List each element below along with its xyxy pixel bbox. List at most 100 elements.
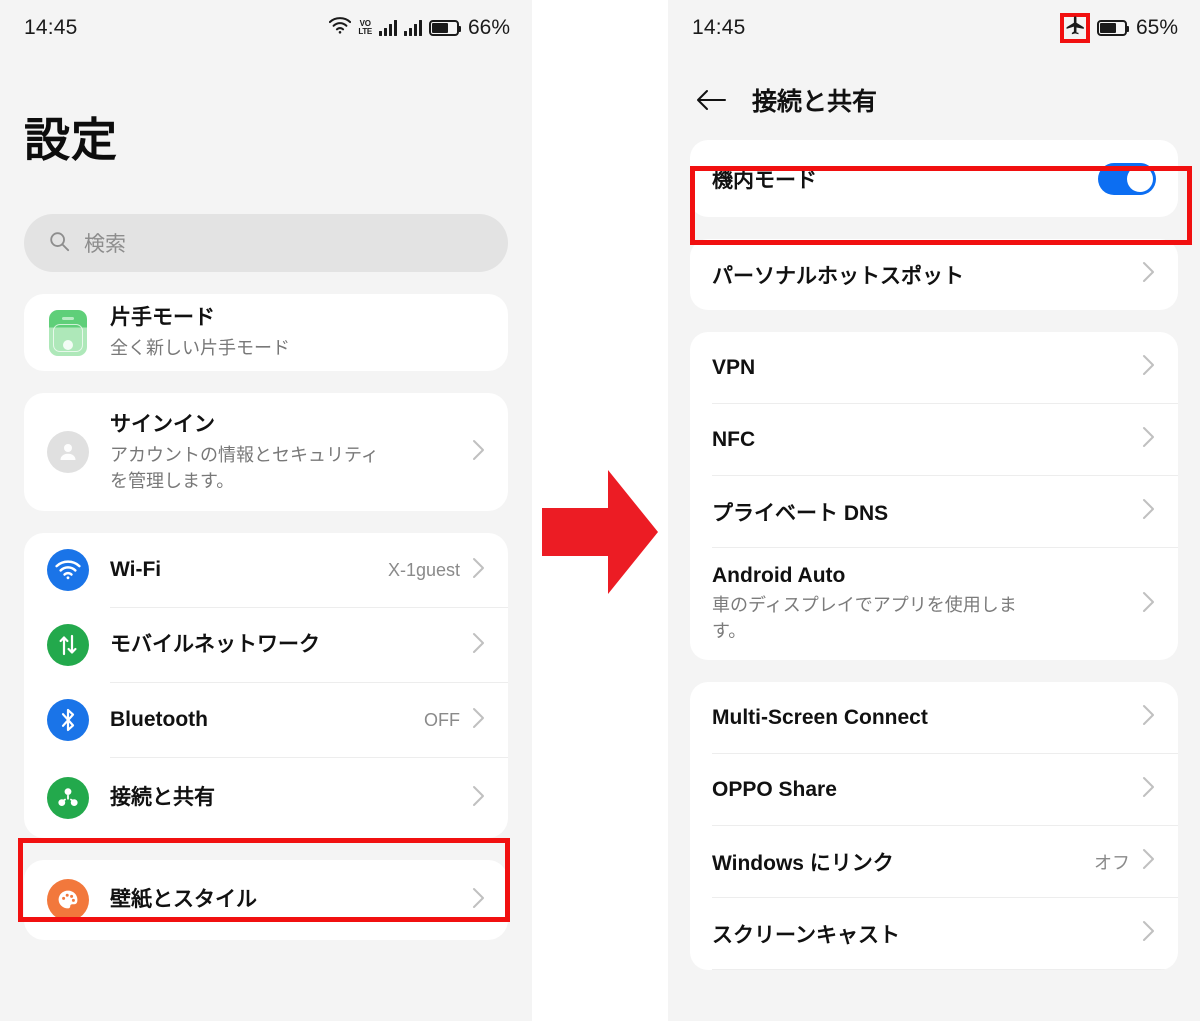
- list-item-airplane-mode[interactable]: 機内モード: [690, 140, 1178, 217]
- list-item-title: スクリーンキャスト: [712, 923, 900, 947]
- list-item-title: 壁紙とスタイル: [110, 888, 257, 912]
- right-phone-screen: 14:45 65% 接続と共有 機内モード パーソナルホットスポット VPN N…: [668, 0, 1200, 1021]
- list-item-subtitle: アカウントの情報とセキュリティ を管理します。: [110, 445, 379, 492]
- volte-icon: VO LTE: [358, 19, 372, 36]
- list-item-link-to-windows[interactable]: Windows にリンク オフ: [690, 826, 1178, 897]
- list-item-title: プライベート DNS: [712, 501, 889, 525]
- list-item-wifi[interactable]: Wi-Fi X-1guest: [24, 533, 508, 607]
- status-time: 14:45: [24, 16, 78, 39]
- list-item-subtitle: 全く新しい片手モード: [110, 338, 290, 359]
- chevron-right-icon: [472, 706, 486, 735]
- list-item-title: パーソナルホットスポット: [712, 264, 964, 288]
- list-item-title: 機内モード: [712, 168, 817, 192]
- list-item-value: OFF: [424, 709, 460, 730]
- status-icons-group: 65%: [1059, 13, 1178, 43]
- chevron-right-icon: [1142, 847, 1156, 876]
- chevron-right-icon: [1142, 703, 1156, 732]
- list-item-title: VPN: [712, 355, 756, 379]
- status-icons-group: VO LTE 66%: [329, 16, 510, 40]
- settings-group-sharing: Multi-Screen Connect OPPO Share Windows …: [690, 682, 1178, 970]
- wifi-icon: [329, 17, 352, 39]
- battery-percent-label: 65%: [1135, 16, 1178, 39]
- battery-percent-label: 66%: [467, 16, 510, 39]
- chevron-right-icon: [472, 556, 486, 585]
- list-item-title: Multi-Screen Connect: [712, 705, 928, 729]
- search-input[interactable]: 検索: [24, 214, 508, 272]
- settings-group-connectivity: Wi-Fi X-1guest モバイルネットワーク Bluetooth OFF …: [24, 533, 508, 839]
- app-bar-title: 接続と共有: [752, 88, 878, 116]
- list-item-nfc[interactable]: NFC: [690, 404, 1178, 475]
- chevron-right-icon: [472, 438, 486, 467]
- chevron-right-icon: [1142, 919, 1156, 948]
- settings-group-account: サインイン アカウントの情報とセキュリティ を管理します。: [24, 393, 508, 512]
- list-item-title: OPPO Share: [712, 777, 837, 801]
- list-item-title: Bluetooth: [110, 708, 208, 732]
- screenshot-stage: 14:45 VO LTE 66% 設定 検索 片手モード 全く新しい片手モード …: [0, 0, 1200, 1021]
- chevron-right-icon: [1142, 425, 1156, 454]
- bluetooth-icon: [46, 698, 90, 742]
- search-icon: [48, 230, 70, 257]
- status-time: 14:45: [692, 16, 746, 39]
- list-item-mobile-network[interactable]: モバイルネットワーク: [24, 608, 508, 682]
- right-arrow-annotation: [542, 470, 658, 594]
- list-item[interactable]: 片手モード 全く新しい片手モード: [24, 294, 508, 371]
- chevron-right-icon: [472, 631, 486, 660]
- one-handed-mode-icon: [46, 309, 90, 356]
- page-title: 設定: [24, 114, 118, 166]
- chevron-right-icon: [1142, 775, 1156, 804]
- list-item-title: 片手モード: [110, 306, 215, 329]
- back-arrow-icon[interactable]: [696, 89, 726, 111]
- list-item-subtitle: 車のディスプレイでアプリを使用しま す。: [712, 594, 1017, 641]
- signal-bars-icon: [403, 20, 422, 36]
- settings-group-airplane: 機内モード: [690, 140, 1178, 217]
- list-item-connection-sharing[interactable]: 接続と共有: [24, 758, 508, 838]
- app-bar: 接続と共有: [668, 56, 1200, 140]
- list-item-wallpaper-style[interactable]: 壁紙とスタイル: [24, 860, 508, 940]
- list-item-value: オフ: [1094, 852, 1130, 873]
- chevron-right-icon: [472, 784, 486, 813]
- chevron-right-icon: [472, 886, 486, 915]
- settings-group-one-handed: 片手モード 全く新しい片手モード: [24, 294, 508, 372]
- battery-icon: [1096, 20, 1129, 36]
- arrow-annotation-area: [532, 0, 668, 1021]
- search-placeholder: 検索: [84, 233, 126, 256]
- list-item-bluetooth[interactable]: Bluetooth OFF: [24, 683, 508, 757]
- connection-sharing-icon: [46, 776, 90, 820]
- chevron-right-icon: [1142, 353, 1156, 382]
- divider: [712, 969, 1178, 970]
- list-item-title: サインイン: [110, 412, 215, 436]
- left-phone-screen: 14:45 VO LTE 66% 設定 検索 片手モード 全く新しい片手モード …: [0, 0, 532, 1021]
- wallpaper-style-icon: [46, 878, 90, 922]
- list-item-title: Wi-Fi: [110, 558, 162, 582]
- list-item-title: モバイルネットワーク: [110, 633, 320, 657]
- settings-group-personalization: 壁紙とスタイル: [24, 860, 508, 941]
- list-item-value: X-1guest: [387, 559, 460, 580]
- right-status-bar: 14:45 65%: [668, 0, 1200, 56]
- list-item-private-dns[interactable]: プライベート DNS: [690, 476, 1178, 547]
- chevron-right-icon: [1142, 590, 1156, 619]
- list-item-title: 接続と共有: [110, 786, 215, 810]
- left-status-bar: 14:45 VO LTE 66%: [0, 0, 532, 56]
- list-item-title: Windows にリンク: [712, 851, 894, 875]
- list-item-android-auto[interactable]: Android Auto 車のディスプレイでアプリを使用しま す。: [690, 548, 1178, 660]
- airplane-mode-toggle[interactable]: [1098, 162, 1156, 195]
- mobile-network-icon: [46, 623, 90, 667]
- list-item-multi-screen-connect[interactable]: Multi-Screen Connect: [690, 682, 1178, 753]
- airplane-mode-icon: [1064, 15, 1086, 42]
- list-item-screen-cast[interactable]: スクリーンキャスト: [690, 898, 1178, 969]
- airplane-status-icon-highlight: [1059, 13, 1090, 43]
- list-item-personal-hotspot[interactable]: パーソナルホットスポット: [690, 239, 1178, 310]
- settings-group-network-services: VPN NFC プライベート DNS Android Auto 車のディスプレイ…: [690, 332, 1178, 660]
- settings-group-hotspot: パーソナルホットスポット: [690, 239, 1178, 310]
- battery-icon: [428, 20, 461, 36]
- list-item-title: Android Auto: [712, 563, 846, 587]
- chevron-right-icon: [1142, 260, 1156, 289]
- list-item[interactable]: サインイン アカウントの情報とセキュリティ を管理します。: [24, 393, 508, 511]
- list-item-title: NFC: [712, 427, 756, 451]
- list-item-vpn[interactable]: VPN: [690, 332, 1178, 403]
- account-avatar-icon: [46, 430, 90, 474]
- chevron-right-icon: [1142, 497, 1156, 526]
- list-item-oppo-share[interactable]: OPPO Share: [690, 754, 1178, 825]
- wifi-icon: [46, 548, 90, 592]
- signal-bars-icon: [378, 20, 397, 36]
